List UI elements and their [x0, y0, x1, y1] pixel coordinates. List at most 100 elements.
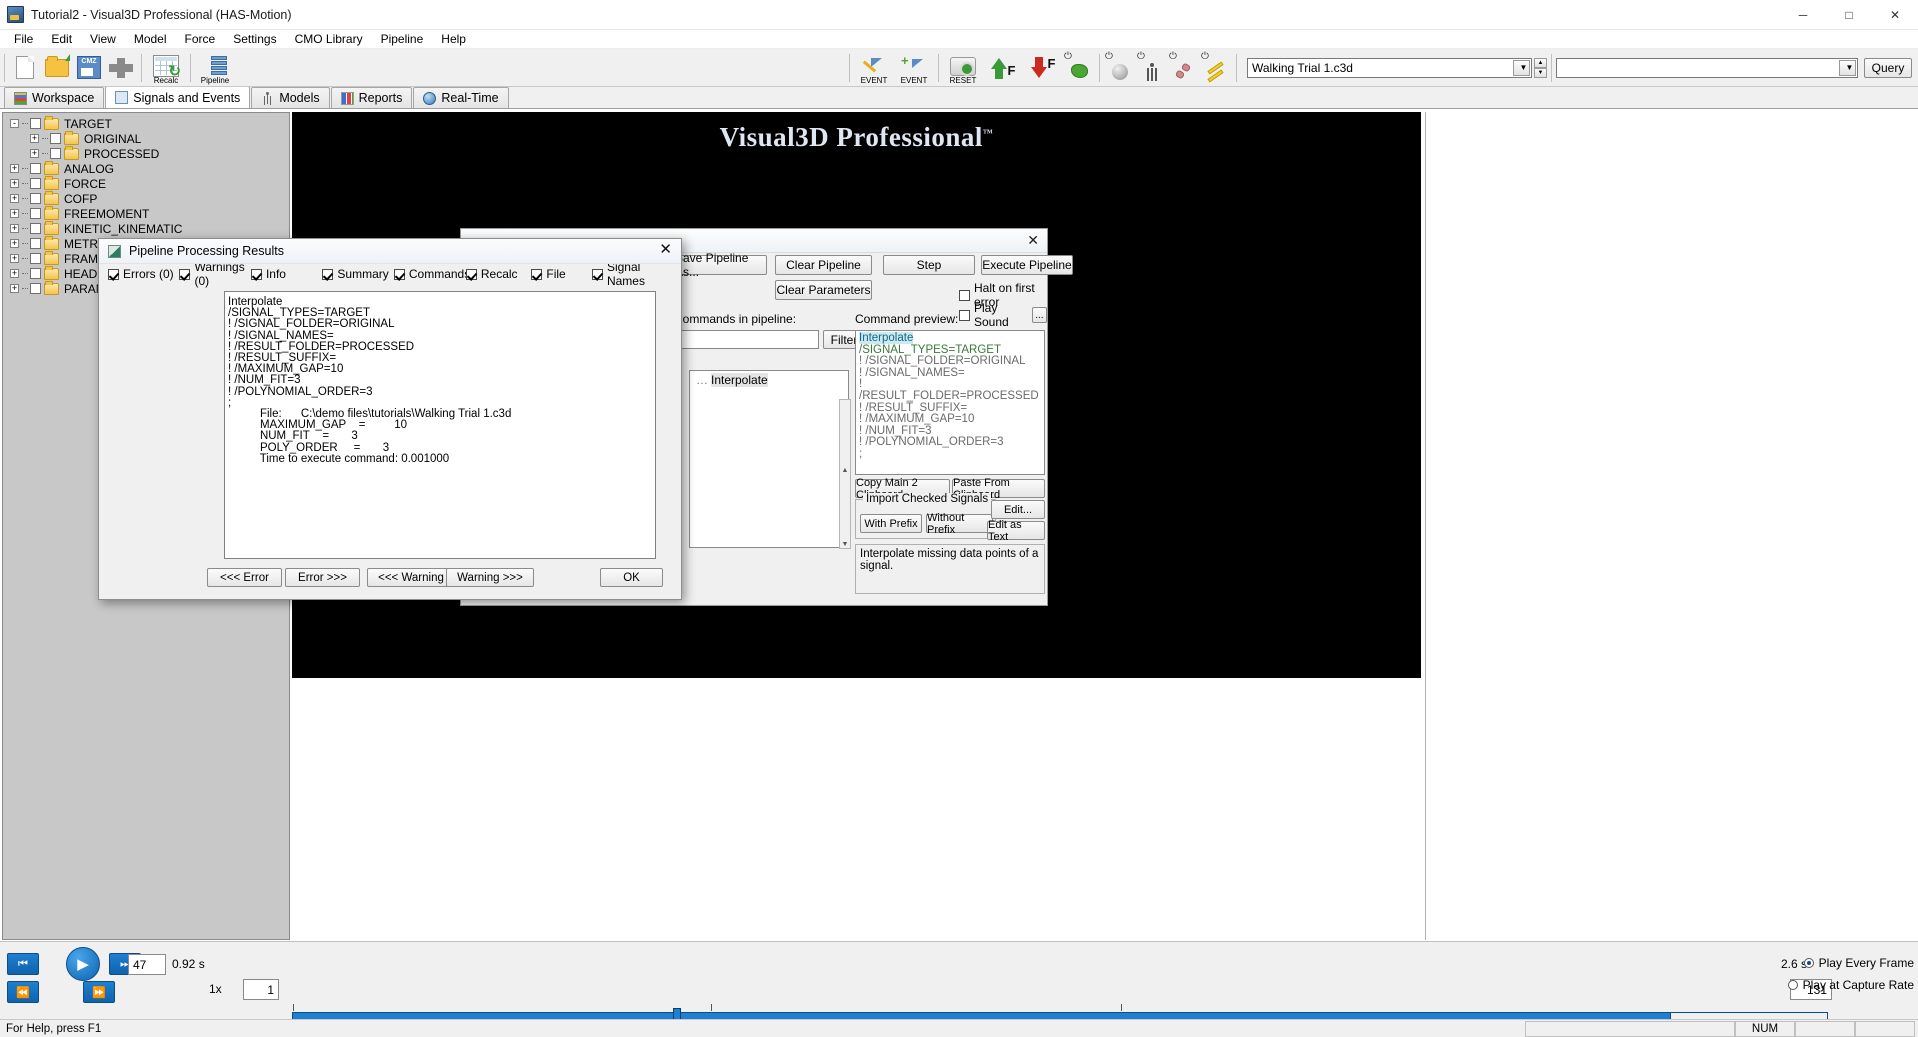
pipeline-commands-list[interactable]: … Interpolate: [689, 370, 849, 548]
play-at-capture-rate-radio-icon[interactable]: [1787, 980, 1798, 990]
bone-toggle-icon[interactable]: ⏻: [1168, 51, 1200, 84]
play-sound-more-button[interactable]: ...: [1031, 307, 1047, 323]
tab-models[interactable]: Models: [251, 87, 330, 108]
signal-names-checkbox-icon[interactable]: [591, 268, 603, 280]
expander-icon[interactable]: +: [10, 284, 19, 293]
dialog-output-text[interactable]: Interpolate /SIGNAL_TYPES=TARGET ! /SIGN…: [224, 291, 656, 559]
pipeline-list-scrollbar[interactable]: ▲ ▼: [839, 399, 851, 549]
info-checkbox-icon[interactable]: [250, 268, 262, 280]
tree-checkbox[interactable]: [30, 178, 41, 189]
tree-item-target[interactable]: - TARGET: [4, 115, 288, 131]
checkbox-recalc[interactable]: Recalc: [465, 267, 532, 281]
expander-icon[interactable]: +: [30, 149, 39, 158]
tree-item-force[interactable]: + FORCE: [4, 175, 288, 191]
expander-icon[interactable]: +: [10, 164, 19, 173]
dialog-close-icon[interactable]: ✕: [659, 242, 672, 257]
query-chevron-down-icon[interactable]: ▼: [1839, 59, 1856, 76]
halt-on-first-error-checkbox[interactable]: [959, 289, 970, 301]
next-warning-button[interactable]: Warning >>>: [446, 568, 534, 587]
tree-item-freemoment[interactable]: + FREEMOMENT: [4, 205, 288, 221]
edit-as-text-button[interactable]: Edit as Text: [987, 519, 1045, 543]
menu-force[interactable]: Force: [176, 31, 225, 47]
edit-button[interactable]: Edit...: [991, 500, 1045, 519]
tree-checkbox[interactable]: [30, 223, 41, 234]
reset-camera-icon[interactable]: RESET: [943, 52, 983, 84]
tree-checkbox[interactable]: [30, 268, 41, 279]
skeleton-toggle-icon[interactable]: ⏻: [1136, 51, 1168, 84]
expander-icon[interactable]: +: [10, 194, 19, 203]
checkbox-commands[interactable]: Commands: [393, 267, 470, 281]
without-prefix-button[interactable]: Without Prefix: [926, 512, 993, 536]
command-preview-box[interactable]: Interpolate /SIGNAL_TYPES=TARGET ! /SIGN…: [855, 330, 1045, 475]
play-at-capture-rate-radio[interactable]: Play at Capture Rate: [1787, 978, 1914, 992]
tree-item-kinetic-kinematic[interactable]: + KINETIC_KINEMATIC: [4, 220, 288, 236]
tree-checkbox[interactable]: [30, 193, 41, 204]
expander-icon[interactable]: +: [10, 224, 19, 233]
open-folder-icon[interactable]: [41, 52, 73, 84]
pipeline-processing-results-dialog[interactable]: Pipeline Processing Results ✕ Errors (0)…: [98, 238, 682, 600]
new-document-icon[interactable]: [9, 52, 41, 84]
menu-settings[interactable]: Settings: [224, 31, 285, 47]
tab-reports[interactable]: Reports: [330, 87, 413, 108]
tree-checkbox[interactable]: [30, 283, 41, 294]
play-icon[interactable]: ▶: [66, 947, 100, 981]
menu-view[interactable]: View: [81, 31, 125, 47]
spinner-down-icon[interactable]: ▼: [1534, 67, 1547, 78]
play-every-frame-radio[interactable]: Play Every Frame: [1803, 956, 1914, 970]
segment-toggle-icon[interactable]: ⏻: [1200, 51, 1232, 84]
menu-pipeline[interactable]: Pipeline: [372, 31, 433, 47]
tab-signals-and-events[interactable]: Signals and Events: [105, 86, 251, 108]
query-button[interactable]: Query: [1864, 57, 1912, 78]
tree-checkbox[interactable]: [30, 163, 41, 174]
save-cmz-icon[interactable]: CMZ: [73, 52, 105, 84]
skip-to-start-icon[interactable]: ⏮: [7, 953, 39, 975]
checkbox-signal-names[interactable]: Signal Names: [591, 260, 681, 288]
pipeline-window-close-icon[interactable]: ✕: [1027, 232, 1039, 249]
tree-checkbox[interactable]: [30, 208, 41, 219]
recalc-icon[interactable]: Recalc: [146, 52, 186, 84]
pipeline-filter-input[interactable]: [674, 330, 819, 349]
tree-checkbox[interactable]: [50, 148, 61, 159]
maximize-button[interactable]: □: [1826, 0, 1872, 30]
tree-checkbox[interactable]: [30, 238, 41, 249]
tree-item-original[interactable]: + ORIGINAL: [4, 130, 288, 146]
next-error-button[interactable]: Error >>>: [285, 568, 360, 587]
with-prefix-button[interactable]: With Prefix: [860, 514, 922, 533]
play-sound-checkbox[interactable]: [959, 309, 970, 321]
expander-icon[interactable]: +: [10, 269, 19, 278]
expander-icon[interactable]: +: [10, 239, 19, 248]
prev-warning-button[interactable]: <<< Warning: [367, 568, 455, 587]
menu-help[interactable]: Help: [432, 31, 475, 47]
recalc-checkbox-icon[interactable]: [465, 268, 477, 280]
menu-cmo-library[interactable]: CMO Library: [286, 31, 372, 47]
play-sound-row[interactable]: Play Sound ...: [959, 301, 1047, 329]
clear-parameters-button[interactable]: Clear Parameters: [775, 280, 872, 300]
tree-item-cofp[interactable]: + COFP: [4, 190, 288, 206]
trial-combo[interactable]: Walking Trial 1.c3d ▼: [1247, 57, 1532, 78]
pipeline-list-item-interpolate[interactable]: … Interpolate: [690, 371, 848, 387]
pipeline-icon[interactable]: Pipeline: [195, 52, 235, 84]
menu-model[interactable]: Model: [125, 31, 176, 47]
tree-checkbox[interactable]: [30, 253, 41, 264]
close-button[interactable]: ✕: [1872, 0, 1918, 30]
expander-icon[interactable]: +: [30, 134, 39, 143]
green-toggle-icon[interactable]: ⏻: [1063, 51, 1095, 84]
warnings-checkbox-icon[interactable]: [179, 268, 191, 280]
checkbox-info[interactable]: Info: [250, 267, 322, 281]
event-edit-icon[interactable]: EVENT: [854, 52, 894, 84]
menu-edit[interactable]: Edit: [42, 31, 81, 47]
file-checkbox-icon[interactable]: [531, 268, 543, 280]
minimize-button[interactable]: ─: [1780, 0, 1826, 30]
step-size-input[interactable]: 1: [243, 979, 279, 1000]
tab-workspace[interactable]: Workspace: [4, 87, 105, 108]
prev-error-button[interactable]: <<< Error: [207, 568, 282, 587]
fast-forward-icon[interactable]: ⏩: [83, 981, 115, 1003]
menu-file[interactable]: File: [5, 31, 42, 47]
ok-button[interactable]: OK: [600, 568, 663, 587]
add-plus-icon[interactable]: [105, 52, 137, 84]
chevron-down-icon[interactable]: ▼: [1513, 59, 1530, 76]
save-pipeline-as-button[interactable]: Save Pipeline As...: [674, 251, 767, 279]
step-button[interactable]: Step: [883, 255, 975, 275]
event-add-icon[interactable]: + EVENT: [894, 52, 934, 85]
spinner-up-icon[interactable]: ▲: [1534, 57, 1547, 68]
